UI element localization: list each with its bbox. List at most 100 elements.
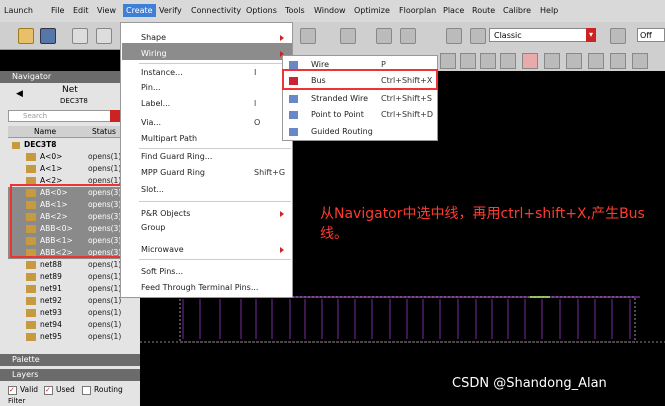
wiring-menu-item[interactable]: Guided Routing <box>311 127 373 136</box>
create-menu-item[interactable]: Multipart Path <box>141 134 197 143</box>
menu-edit[interactable]: Edit <box>73 6 89 15</box>
net-icon <box>26 297 36 305</box>
col-name[interactable]: Name <box>34 127 56 136</box>
menu-help[interactable]: Help <box>540 6 558 15</box>
menu-shortcut: Shift+G <box>254 168 286 177</box>
menu-optimize[interactable]: Optimize <box>354 6 390 15</box>
tool-icon[interactable] <box>340 28 356 44</box>
net-status: opens(1) <box>88 152 122 161</box>
create-menu-item[interactable]: MPP Guard Ring <box>141 168 205 177</box>
create-menu-item[interactable]: Via... <box>141 118 161 127</box>
wiring-submenu: Wire P Bus Ctrl+Shift+X Stranded Wire Ctrl+Sh… <box>282 55 438 141</box>
tool-icon[interactable] <box>544 53 560 69</box>
create-menu-item[interactable]: Label... <box>141 99 170 108</box>
menu-file[interactable]: File <box>51 6 64 15</box>
create-menu-item[interactable]: Slot... <box>141 185 164 194</box>
net-status: opens(1) <box>88 272 122 281</box>
net-row[interactable]: net95 opens(1) <box>8 331 130 343</box>
create-menu-item[interactable]: Soft Pins... <box>141 267 183 276</box>
create-menu-item[interactable]: P&R Objects <box>141 209 190 218</box>
valid-checkbox[interactable]: ✓ <box>8 386 17 395</box>
tree-root[interactable]: DEC3T8 <box>8 139 130 151</box>
wiring-item-icon <box>289 95 298 103</box>
net-row[interactable]: net88 opens(1) <box>8 259 130 271</box>
wiring-item-icon <box>289 128 298 136</box>
zoom-icon[interactable] <box>446 28 462 44</box>
routing-checkbox[interactable] <box>82 386 91 395</box>
net-name: A<0> <box>40 152 63 161</box>
net-row[interactable]: A<0> opens(1) <box>8 151 130 163</box>
create-menu-item[interactable]: Feed Through Terminal Pins... <box>141 283 258 292</box>
create-menu-item[interactable]: Wiring <box>141 49 167 58</box>
tool-icon[interactable] <box>500 53 516 69</box>
bus-highlight-box <box>282 69 438 90</box>
net-icon <box>26 261 36 269</box>
create-menu-item[interactable]: Group <box>141 223 165 232</box>
net-row[interactable]: net91 opens(1) <box>8 283 130 295</box>
create-menu-item[interactable]: Shape <box>141 33 166 42</box>
navigator-title: Navigator <box>0 71 140 83</box>
net-icon <box>26 309 36 317</box>
cell-name: DEC3T8 <box>60 97 88 105</box>
menu-options[interactable]: Options <box>246 6 277 15</box>
tool-icon[interactable] <box>610 53 626 69</box>
workspace-select[interactable]: Classic <box>489 28 592 42</box>
open-icon[interactable] <box>18 28 34 44</box>
save-icon[interactable] <box>40 28 56 44</box>
menu-create[interactable]: Create <box>123 4 156 17</box>
wiring-menu-item[interactable]: Point to Point <box>311 110 364 119</box>
tool-icon[interactable] <box>400 28 416 44</box>
net-status: opens(1) <box>88 260 122 269</box>
create-menu-item[interactable]: Instance... <box>141 68 183 77</box>
annotation-text: 从Navigator中选中线，再用ctrl+shift+X,产生Bus线。 <box>320 206 645 242</box>
net-icon <box>26 153 36 161</box>
col-status[interactable]: Status <box>92 127 116 136</box>
menu-launch[interactable]: Launch <box>4 6 33 15</box>
tool-icon[interactable] <box>440 53 456 69</box>
cell-icon <box>12 142 20 149</box>
wiring-menu-item[interactable]: Wire <box>311 60 329 69</box>
tool-icon[interactable] <box>588 53 604 69</box>
tool-icon[interactable] <box>566 53 582 69</box>
menu-connectivity[interactable]: Connectivity <box>191 6 241 15</box>
back-arrow-icon[interactable]: ◀ <box>16 89 23 99</box>
tool-icon[interactable] <box>610 28 626 44</box>
net-row[interactable]: net89 opens(1) <box>8 271 130 283</box>
tool-icon[interactable] <box>376 28 392 44</box>
menu-verify[interactable]: Verify <box>159 6 182 15</box>
net-row[interactable]: A<1> opens(1) <box>8 163 130 175</box>
wiring-menu-item[interactable]: Stranded Wire <box>311 94 368 103</box>
search-input[interactable]: Search <box>8 110 112 122</box>
filter-icon[interactable] <box>110 110 120 122</box>
menu-view[interactable]: View <box>97 6 116 15</box>
tool-icon[interactable] <box>480 53 496 69</box>
net-row[interactable]: net94 opens(1) <box>8 319 130 331</box>
chevron-down-icon[interactable]: ▾ <box>586 28 596 42</box>
net-row[interactable]: net92 opens(1) <box>8 295 130 307</box>
create-menu-item[interactable]: Pin... <box>141 83 161 92</box>
stop-icon[interactable] <box>522 53 538 69</box>
used-checkbox[interactable]: ✓ <box>44 386 53 395</box>
option-field[interactable]: Off <box>637 28 665 42</box>
net-row[interactable]: net93 opens(1) <box>8 307 130 319</box>
create-menu-item[interactable]: Find Guard Ring... <box>141 152 212 161</box>
tool-icon[interactable] <box>632 53 648 69</box>
tool-icon[interactable] <box>460 53 476 69</box>
menu-tools[interactable]: Tools <box>285 6 305 15</box>
menu-window[interactable]: Window <box>314 6 346 15</box>
net-status: opens(1) <box>88 308 122 317</box>
create-menu-item[interactable]: Microwave <box>141 245 184 254</box>
net-name: net88 <box>40 260 62 269</box>
menu-shortcut: l <box>254 99 257 108</box>
undo-icon[interactable] <box>72 28 88 44</box>
menu-place[interactable]: Place <box>443 6 464 15</box>
menu-route[interactable]: Route <box>472 6 495 15</box>
redo-icon[interactable] <box>96 28 112 44</box>
tool-icon[interactable] <box>470 28 486 44</box>
menu-bar: Launch File Edit View Create Verify Conn… <box>0 0 665 22</box>
filter-label: Filter <box>8 397 26 405</box>
tool-icon[interactable] <box>300 28 316 44</box>
menu-calibre[interactable]: Calibre <box>503 6 531 15</box>
menu-shortcut: Ctrl+Shift+D <box>381 110 433 119</box>
menu-floorplan[interactable]: Floorplan <box>399 6 436 15</box>
